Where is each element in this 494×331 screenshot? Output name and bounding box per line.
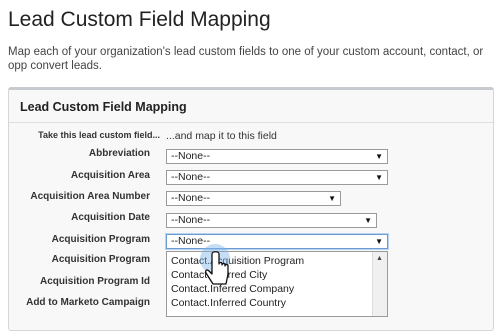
row-label-acquisition-area-number: Acquisition Area Number bbox=[30, 191, 150, 202]
card-divider bbox=[9, 122, 493, 123]
dropdown-option[interactable]: Contact.Inferred Country bbox=[171, 297, 286, 309]
page-title: Lead Custom Field Mapping bbox=[8, 8, 271, 31]
scroll-up-icon[interactable]: ▲ bbox=[376, 255, 383, 262]
select-value: --None-- bbox=[171, 171, 211, 183]
chevron-down-icon: ▼ bbox=[375, 237, 383, 246]
select-value: --None-- bbox=[171, 192, 211, 204]
chevron-down-icon: ▼ bbox=[328, 194, 336, 203]
row-label-acquisition-program-2: Acquisition Program bbox=[51, 254, 150, 265]
chevron-down-icon: ▼ bbox=[375, 173, 383, 182]
row-label-abbreviation: Abbreviation bbox=[88, 148, 150, 159]
row-label-add-to-marketo-campaign: Add to Marketo Campaign bbox=[26, 297, 150, 308]
row-label-acquisition-program: Acquisition Program bbox=[51, 234, 150, 245]
column-header-map-to: ...and map it to this field bbox=[166, 130, 277, 142]
card-title: Lead Custom Field Mapping bbox=[20, 100, 187, 114]
select-value: --None-- bbox=[171, 214, 211, 226]
chevron-down-icon: ▼ bbox=[375, 152, 383, 161]
hand-pointer-icon bbox=[200, 244, 230, 285]
row-label-acquisition-program-id: Acquisition Program Id bbox=[39, 276, 150, 287]
dropdown-scrollbar[interactable]: ▲ bbox=[372, 252, 387, 316]
mapping-select-acquisition-area-number[interactable]: --None-- ▼ bbox=[166, 191, 341, 206]
chevron-down-icon: ▼ bbox=[364, 216, 372, 225]
column-header-lead-field: Take this lead custom field... bbox=[38, 130, 160, 140]
row-label-acquisition-date: Acquisition Date bbox=[71, 212, 150, 223]
select-value: --None-- bbox=[171, 150, 211, 162]
row-label-acquisition-area: Acquisition Area bbox=[70, 170, 150, 181]
mapping-select-abbreviation[interactable]: --None-- ▼ bbox=[166, 149, 388, 164]
mapping-select-acquisition-area[interactable]: --None-- ▼ bbox=[166, 170, 388, 185]
page-intro: Map each of your organization's lead cus… bbox=[8, 46, 484, 72]
mapping-select-acquisition-date[interactable]: --None-- ▼ bbox=[166, 213, 377, 228]
